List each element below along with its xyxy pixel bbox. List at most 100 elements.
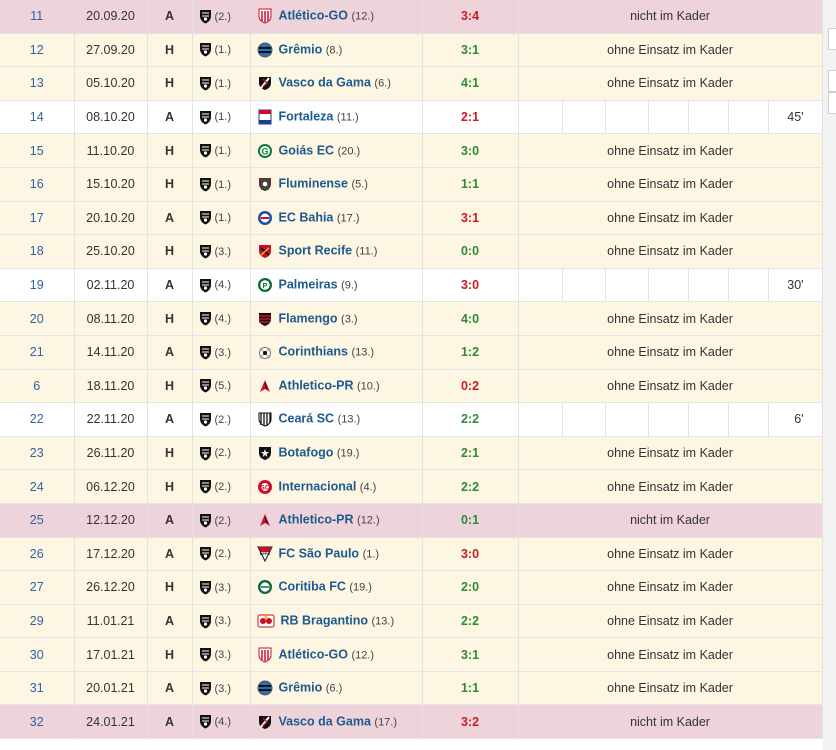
atletico-mg-crest[interactable]: [199, 9, 212, 24]
ceara-crest[interactable]: [257, 411, 273, 427]
atletico-mg-crest[interactable]: [199, 110, 212, 125]
sao-paulo-crest[interactable]: SPFC: [256, 546, 273, 562]
atletico-mg-crest[interactable]: [199, 378, 212, 393]
gremio-crest[interactable]: [257, 680, 273, 696]
atletico-mg-crest[interactable]: [199, 446, 212, 461]
athletico-pr-crest[interactable]: [257, 378, 273, 394]
spieltag-link[interactable]: 22: [0, 402, 75, 437]
atletico-mg-crest[interactable]: [199, 614, 212, 629]
spieltag-link[interactable]: 32: [0, 704, 75, 740]
result-link[interactable]: 2:1: [422, 436, 519, 471]
atletico-mg-crest[interactable]: [199, 714, 212, 729]
opponent-link[interactable]: Botafogo: [279, 445, 334, 459]
result-link[interactable]: 0:2: [422, 369, 519, 404]
result-link[interactable]: 3:0: [422, 268, 519, 303]
atletico-mg-crest[interactable]: [199, 76, 212, 91]
opponent-link[interactable]: Vasco da Gama: [279, 714, 371, 728]
atletico-mg-crest[interactable]: [199, 244, 212, 259]
bragantino-crest[interactable]: [257, 613, 275, 629]
opponent-link[interactable]: FC São Paulo: [279, 546, 360, 560]
spieltag-link[interactable]: 29: [0, 604, 75, 639]
spieltag-link[interactable]: 19: [0, 268, 75, 303]
opponent-link[interactable]: Sport Recife: [279, 244, 353, 258]
spieltag-link[interactable]: 13: [0, 66, 75, 101]
result-link[interactable]: 3:1: [422, 33, 519, 68]
spieltag-link[interactable]: 24: [0, 469, 75, 504]
opponent-link[interactable]: RB Bragantino: [281, 613, 369, 627]
internacional-crest[interactable]: SC: [257, 479, 273, 495]
spieltag-link[interactable]: 20: [0, 301, 75, 336]
atletico-mg-crest[interactable]: [199, 412, 212, 427]
athletico-pr-crest[interactable]: [257, 512, 273, 528]
atletico-mg-crest[interactable]: [199, 42, 212, 57]
atletico-mg-crest[interactable]: [199, 513, 212, 528]
opponent-link[interactable]: Flamengo: [279, 311, 338, 325]
flamengo-crest[interactable]: [257, 311, 273, 327]
atletico-mg-crest[interactable]: [199, 479, 212, 494]
opponent-link[interactable]: Fluminense: [279, 177, 348, 191]
opponent-link[interactable]: Corinthians: [279, 345, 348, 359]
vasco-crest[interactable]: [257, 714, 273, 730]
spieltag-link[interactable]: 17: [0, 201, 75, 236]
result-link[interactable]: 2:2: [422, 469, 519, 504]
atletico-mg-crest[interactable]: [199, 210, 212, 225]
atletico-go-crest[interactable]: [257, 8, 273, 24]
spieltag-link[interactable]: 14: [0, 100, 75, 135]
atletico-mg-crest[interactable]: [199, 278, 212, 293]
opponent-link[interactable]: Coritiba FC: [279, 580, 346, 594]
spieltag-link[interactable]: 26: [0, 537, 75, 572]
result-link[interactable]: 3:4: [422, 0, 519, 34]
result-link[interactable]: 3:1: [422, 201, 519, 236]
atletico-mg-crest[interactable]: [199, 143, 212, 158]
spieltag-link[interactable]: 6: [0, 369, 75, 404]
opponent-link[interactable]: Fortaleza: [279, 109, 334, 123]
result-link[interactable]: 0:0: [422, 234, 519, 269]
spieltag-link[interactable]: 23: [0, 436, 75, 471]
atletico-mg-crest[interactable]: [199, 345, 212, 360]
fortaleza-crest[interactable]: [257, 109, 273, 125]
palmeiras-crest[interactable]: P: [257, 277, 273, 293]
opponent-link[interactable]: Atlético-GO: [279, 647, 348, 661]
sport-recife-crest[interactable]: [257, 243, 273, 259]
result-link[interactable]: 1:1: [422, 167, 519, 202]
spieltag-link[interactable]: 31: [0, 671, 75, 706]
opponent-link[interactable]: Athletico-PR: [279, 513, 354, 527]
gremio-crest[interactable]: [257, 42, 273, 58]
atletico-mg-crest[interactable]: [199, 681, 212, 696]
result-link[interactable]: 3:0: [422, 537, 519, 572]
spieltag-link[interactable]: 30: [0, 637, 75, 672]
atletico-mg-crest[interactable]: [199, 580, 212, 595]
result-link[interactable]: 3:2: [422, 704, 519, 740]
atletico-mg-crest[interactable]: [199, 311, 212, 326]
opponent-link[interactable]: Athletico-PR: [279, 378, 354, 392]
corinthians-crest[interactable]: [257, 344, 273, 360]
result-link[interactable]: 1:1: [422, 671, 519, 706]
result-link[interactable]: 2:0: [422, 570, 519, 605]
spieltag-link[interactable]: 12: [0, 33, 75, 68]
spieltag-link[interactable]: 15: [0, 133, 75, 168]
result-link[interactable]: 2:2: [422, 402, 519, 437]
result-link[interactable]: 0:1: [422, 503, 519, 538]
vasco-crest[interactable]: [257, 75, 273, 91]
result-link[interactable]: 4:0: [422, 301, 519, 336]
spieltag-link[interactable]: 25: [0, 503, 75, 538]
spieltag-link[interactable]: 11: [0, 0, 75, 34]
opponent-link[interactable]: Atlético-GO: [279, 9, 348, 23]
botafogo-crest[interactable]: [257, 445, 273, 461]
result-link[interactable]: 1:2: [422, 335, 519, 370]
atletico-mg-crest[interactable]: [199, 546, 212, 561]
spieltag-link[interactable]: 16: [0, 167, 75, 202]
spieltag-link[interactable]: 18: [0, 234, 75, 269]
opponent-link[interactable]: Ceará SC: [279, 412, 335, 426]
opponent-link[interactable]: Goiás EC: [279, 143, 335, 157]
bahia-crest[interactable]: [257, 210, 273, 226]
opponent-link[interactable]: Vasco da Gama: [279, 76, 371, 90]
result-link[interactable]: 3:1: [422, 637, 519, 672]
atletico-go-crest[interactable]: [257, 647, 273, 663]
result-link[interactable]: 2:1: [422, 100, 519, 135]
result-link[interactable]: 2:2: [422, 604, 519, 639]
fluminense-crest[interactable]: [257, 176, 273, 192]
opponent-link[interactable]: Grêmio: [279, 680, 323, 694]
spieltag-link[interactable]: 21: [0, 335, 75, 370]
result-link[interactable]: 4:1: [422, 66, 519, 101]
